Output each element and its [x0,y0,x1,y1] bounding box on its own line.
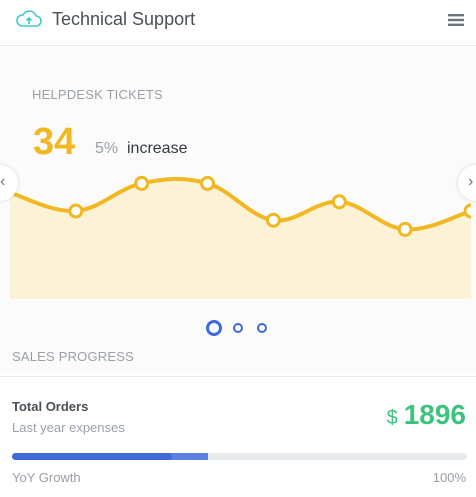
orders-subtitle: Last year expenses [12,420,125,435]
currency-symbol: $ [386,407,398,429]
orders-widget: Total Orders Last year expenses $1896 Yo… [0,376,476,497]
progress-label: YoY Growth [12,470,81,485]
hamburger-menu-icon[interactable] [446,12,466,28]
chart-area-fill [10,179,471,299]
progress-bar [12,453,467,460]
orders-title: Total Orders [12,399,89,414]
chart-point [134,175,150,191]
progress-bar-fill [12,453,173,460]
chevron-right-icon: › [468,173,474,190]
chart-point [265,212,281,228]
carousel-dot-1[interactable] [206,320,222,336]
carousel: HELPDESK TICKETS 34 5% increase ‹ › SALE… [0,47,476,375]
chart-point [397,221,413,237]
widget-subheading: HELPDESK TICKETS [32,87,163,102]
technical-support-card: Technical Support HELPDESK TICKETS 34 5%… [0,0,476,497]
card-header: Technical Support [0,0,476,46]
orders-amount-value: 1896 [403,399,466,430]
chart-point [463,203,471,219]
tickets-area-chart [10,175,471,299]
cloud-upload-icon [16,10,42,27]
chevron-left-icon: ‹ [0,173,6,190]
chart-point [68,203,84,219]
card-title: Technical Support [52,9,196,29]
orders-amount: $1896 [387,399,466,431]
progress-value-label: 100% [432,470,466,485]
carousel-dot-2[interactable] [233,323,243,333]
chart-point [200,175,216,191]
carousel-dot-3[interactable] [257,323,267,333]
section-heading: SALES PROGRESS [12,349,135,364]
chart-point [331,194,347,210]
carousel-indicators [206,320,286,336]
